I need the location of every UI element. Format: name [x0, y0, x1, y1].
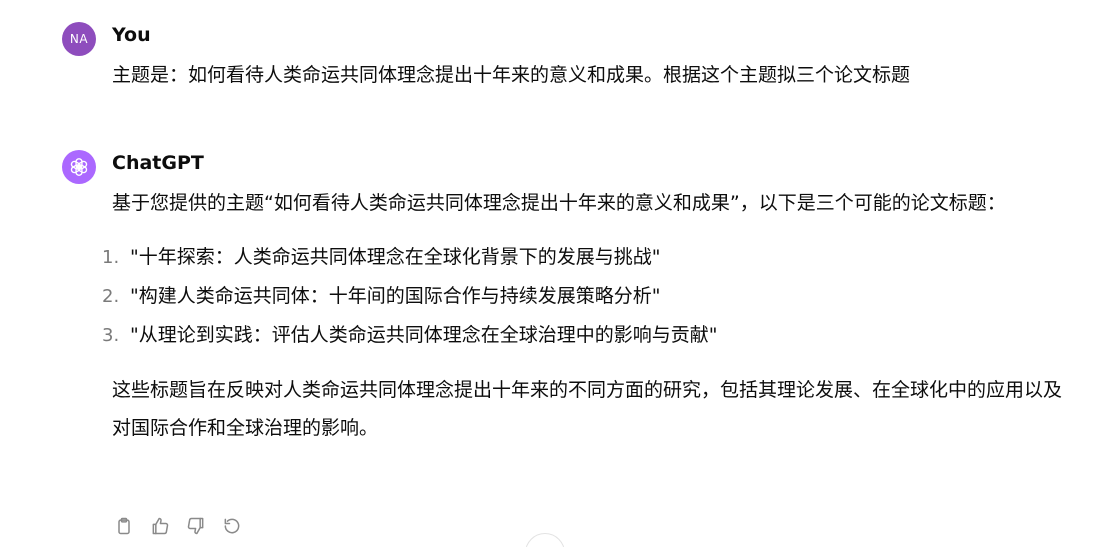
thumbs-down-icon — [187, 517, 204, 535]
list-item: 2. "构建人类命运共同体：十年间的国际合作与持续发展策略分析" — [92, 277, 1067, 316]
assistant-summary-text: 这些标题旨在反映对人类命运共同体理念提出十年来的不同方面的研究，包括其理论发展、… — [112, 379, 1063, 439]
assistant-author-name: ChatGPT — [112, 152, 204, 174]
list-item: 1. "十年探索：人类命运共同体理念在全球化背景下的发展与挑战" — [92, 238, 1067, 277]
thumbs-up-icon — [152, 517, 169, 535]
message-action-toolbar — [112, 514, 244, 538]
list-item-text: "从理论到实践：评估人类命运共同体理念在全球治理中的影响与贡献" — [130, 324, 718, 346]
scroll-to-bottom-button[interactable] — [525, 533, 565, 547]
list-item-number: 2. — [102, 286, 120, 307]
regenerate-button[interactable] — [220, 514, 244, 538]
assistant-message-content: 基于您提供的主题“如何看待人类命运共同体理念提出十年来的意义和成果”，以下是三个… — [102, 184, 1067, 447]
list-item: 3. "从理论到实践：评估人类命运共同体理念在全球治理中的影响与贡献" — [92, 316, 1067, 355]
list-item-text: "构建人类命运共同体：十年间的国际合作与持续发展策略分析" — [130, 285, 661, 307]
user-avatar: NA — [62, 22, 96, 56]
title-list: 1. "十年探索：人类命运共同体理念在全球化背景下的发展与挑战" 2. "构建人… — [92, 238, 1067, 355]
assistant-intro-text: 基于您提供的主题“如何看待人类命运共同体理念提出十年来的意义和成果”，以下是三个… — [112, 192, 1006, 214]
chat-page: NA You 主题是：如何看待人类命运共同体理念提出十年来的意义和成果。根据这个… — [0, 0, 1101, 547]
thumbs-up-button[interactable] — [148, 514, 172, 538]
copy-button[interactable] — [112, 514, 136, 538]
regenerate-icon — [224, 518, 240, 534]
user-message-content: 主题是：如何看待人类命运共同体理念提出十年来的意义和成果。根据这个主题拟三个论文… — [112, 56, 1067, 94]
user-author-name: You — [112, 24, 151, 46]
list-item-text: "十年探索：人类命运共同体理念在全球化背景下的发展与挑战" — [130, 246, 661, 268]
list-item-number: 3. — [102, 325, 120, 346]
chatgpt-logo-icon — [62, 150, 96, 184]
thumbs-down-button[interactable] — [184, 514, 208, 538]
user-avatar-initials: NA — [69, 32, 89, 46]
user-message-text: 主题是：如何看待人类命运共同体理念提出十年来的意义和成果。根据这个主题拟三个论文… — [112, 64, 911, 86]
list-item-number: 1. — [102, 247, 120, 268]
clipboard-icon — [118, 517, 130, 535]
